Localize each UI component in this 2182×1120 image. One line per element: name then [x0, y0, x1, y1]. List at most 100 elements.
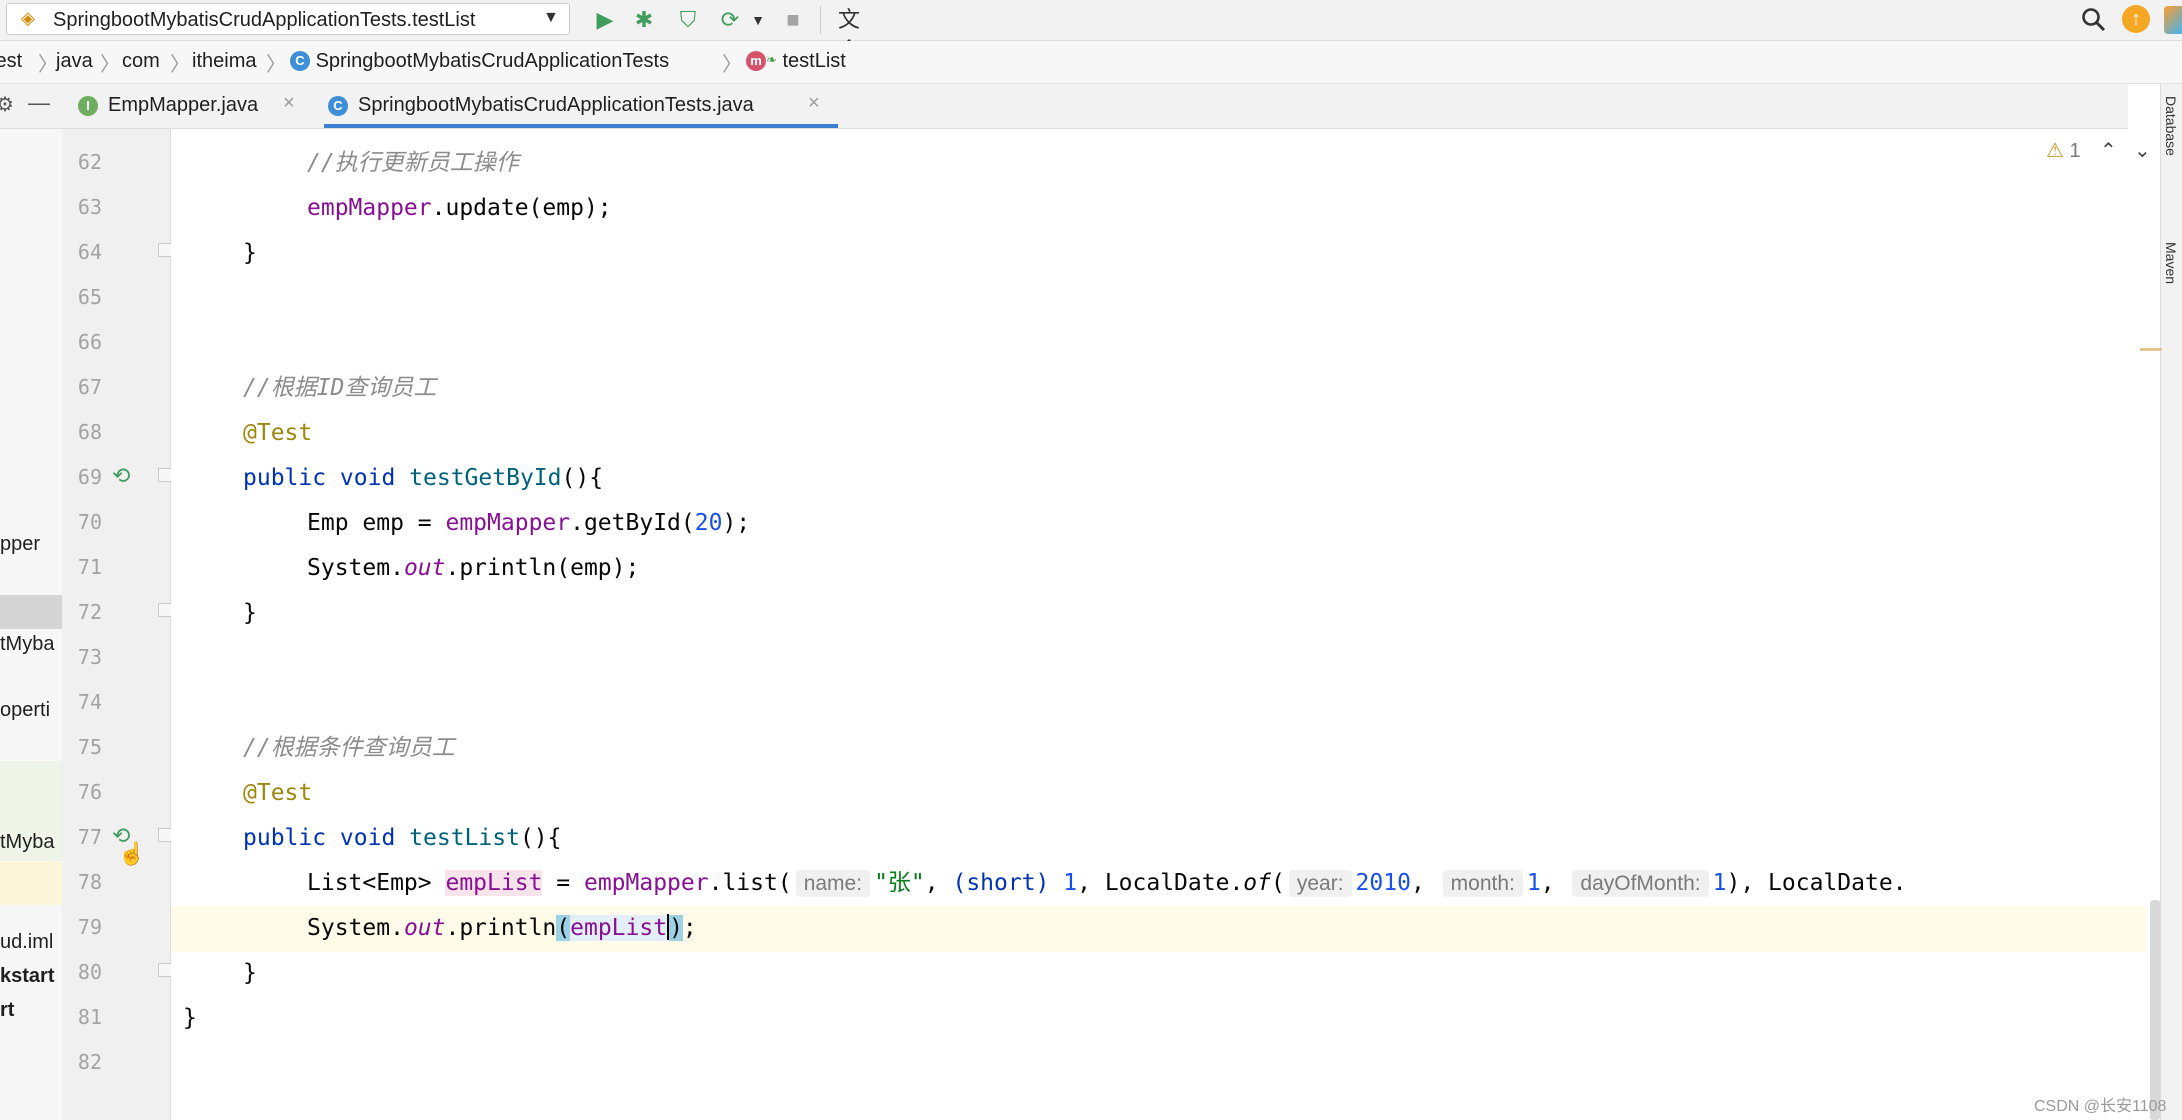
- parameter-hint: year:: [1288, 870, 1352, 897]
- breadcrumb-item-com[interactable]: com: [122, 50, 160, 73]
- code-line-78: List<Emp> empList = empMapper.list(name:…: [307, 870, 1907, 897]
- line-number: 62: [77, 150, 102, 174]
- debug-icon[interactable]: ✱: [630, 6, 658, 34]
- translate-icon[interactable]: 文A: [832, 6, 866, 60]
- code-line-64: }: [243, 240, 257, 266]
- line-number: 66: [77, 330, 102, 354]
- close-icon[interactable]: ×: [283, 92, 295, 115]
- project-tree-item[interactable]: tMyba: [0, 831, 54, 854]
- code-line-77: public void testList(){: [243, 825, 562, 851]
- close-icon[interactable]: ×: [808, 92, 820, 115]
- maven-tool-tab[interactable]: Maven: [2163, 242, 2179, 284]
- warning-count: 1: [2069, 140, 2081, 162]
- code-editor[interactable]: //执行更新员工操作 empMapper.update(emp); } //根据…: [171, 129, 2146, 1120]
- method-icon: m: [746, 51, 766, 71]
- chevron-down-icon[interactable]: ⌄: [2134, 138, 2151, 163]
- fold-marker[interactable]: [158, 468, 172, 482]
- minimize-icon[interactable]: —: [28, 90, 50, 116]
- watermark: CSDN @长安1108: [2034, 1098, 2167, 1115]
- line-number: 67: [77, 375, 102, 399]
- breadcrumb-item-itheima[interactable]: itheima: [192, 50, 256, 73]
- matched-paren: (: [556, 915, 571, 941]
- update-icon[interactable]: ↑: [2122, 5, 2150, 33]
- project-selection-highlight: [0, 595, 62, 629]
- project-tree-item[interactable]: pper: [0, 533, 40, 556]
- line-number: 77: [77, 825, 102, 849]
- code-line-76: @Test: [243, 780, 313, 806]
- line-number: 69: [77, 465, 102, 489]
- right-tool-window-strip: Database Maven: [2160, 84, 2182, 1120]
- breadcrumb-item-java[interactable]: java: [56, 50, 93, 73]
- project-tree-item[interactable]: operti: [0, 699, 50, 722]
- main-toolbar: ◈ SpringbootMybatisCrudApplicationTests.…: [0, 0, 2182, 60]
- project-current-highlight: [0, 861, 62, 905]
- run-configuration-selector[interactable]: ◈ SpringbootMybatisCrudApplicationTests.…: [6, 3, 570, 35]
- breadcrumb-item-test[interactable]: test: [0, 50, 22, 73]
- tab-label: EmpMapper.java: [108, 94, 259, 116]
- parameter-hint: name:: [795, 870, 871, 897]
- breadcrumb-item-class[interactable]: C SpringbootMybatisCrudApplicationTests: [290, 50, 669, 73]
- fold-marker[interactable]: [158, 243, 172, 257]
- run-test-icon[interactable]: ⟲: [112, 463, 130, 489]
- code-line-70: Emp emp = empMapper.getById(20);: [307, 510, 751, 536]
- breadcrumb-separator: 〉: [170, 54, 190, 76]
- vertical-scrollbar[interactable]: [2150, 900, 2160, 1120]
- editor-tab-bar: ⚙ — I EmpMapper.java × C SpringbootMybat…: [0, 84, 2128, 129]
- scroll-warning-marker[interactable]: [2140, 348, 2162, 351]
- run-options-dropdown-icon[interactable]: ▼: [748, 6, 768, 34]
- fold-marker[interactable]: [158, 603, 172, 617]
- line-number: 74: [77, 690, 102, 714]
- code-line-72: }: [243, 600, 257, 626]
- fold-marker[interactable]: [158, 828, 172, 842]
- project-tree-item[interactable]: tMyba: [0, 633, 54, 656]
- tab-emp-mapper[interactable]: I EmpMapper.java ×: [78, 84, 310, 128]
- profiler-icon[interactable]: ⟳: [716, 6, 744, 34]
- code-line-75: //根据条件查询员工: [243, 735, 455, 761]
- inspection-widget[interactable]: ⚠ 1: [2046, 138, 2081, 163]
- project-tree-item[interactable]: rt: [0, 999, 14, 1022]
- line-number: 71: [77, 555, 102, 579]
- run-icon[interactable]: ▶: [592, 6, 618, 34]
- matched-paren: ): [669, 915, 683, 941]
- hand-cursor-icon: ☝: [118, 841, 146, 866]
- line-number: 82: [77, 1050, 102, 1074]
- class-icon: C: [328, 96, 348, 116]
- toolbox-icon[interactable]: [2164, 6, 2182, 34]
- line-number: 81: [77, 1005, 102, 1029]
- line-number: 65: [77, 285, 102, 309]
- breadcrumb-separator: 〉: [266, 54, 286, 76]
- line-number: 73: [77, 645, 102, 669]
- line-number: 78: [77, 870, 102, 894]
- database-tool-tab[interactable]: Database: [2163, 96, 2179, 156]
- variable-usage-highlight: empList: [445, 870, 543, 896]
- interface-icon: I: [78, 96, 98, 116]
- fold-marker[interactable]: [158, 963, 172, 977]
- parameter-hint: dayOfMonth:: [1572, 870, 1709, 897]
- breadcrumb-separator: 〉: [100, 54, 120, 76]
- code-line-68: @Test: [243, 420, 313, 446]
- project-tree-item[interactable]: ud.iml: [0, 931, 53, 954]
- test-leaf-icon: ❧: [766, 52, 777, 67]
- class-icon: C: [290, 51, 310, 71]
- search-icon[interactable]: [2080, 6, 2108, 34]
- warning-icon: ⚠: [2046, 140, 2064, 162]
- code-line-67: //根据ID查询员工: [243, 375, 437, 401]
- stop-icon[interactable]: ■: [780, 6, 806, 34]
- project-tree-item[interactable]: kstart: [0, 965, 54, 988]
- breadcrumb-separator: 〉: [38, 54, 58, 76]
- tab-label: SpringbootMybatisCrudApplicationTests.ja…: [358, 94, 754, 116]
- breadcrumb-item-method[interactable]: m ❧ testList: [746, 50, 846, 73]
- breadcrumb-class-label: SpringbootMybatisCrudApplicationTests: [315, 50, 670, 72]
- run-configuration-label: SpringbootMybatisCrudApplicationTests.te…: [53, 9, 476, 31]
- code-line-80: }: [243, 960, 257, 986]
- test-config-icon: ◈: [21, 8, 35, 28]
- editor-gutter: 62 63 64 65 66 67 68 69 70 71 72 73 74 7…: [62, 129, 172, 1120]
- line-number: 75: [77, 735, 102, 759]
- line-number: 76: [77, 780, 102, 804]
- breadcrumb-separator: 〉: [722, 54, 742, 76]
- tab-application-tests[interactable]: C SpringbootMybatisCrudApplicationTests.…: [324, 84, 838, 128]
- coverage-icon[interactable]: ⛉: [674, 6, 702, 34]
- settings-icon[interactable]: ⚙: [0, 92, 14, 117]
- chevron-up-icon[interactable]: ⌃: [2100, 138, 2117, 163]
- code-line-62: //执行更新员工操作: [307, 150, 519, 176]
